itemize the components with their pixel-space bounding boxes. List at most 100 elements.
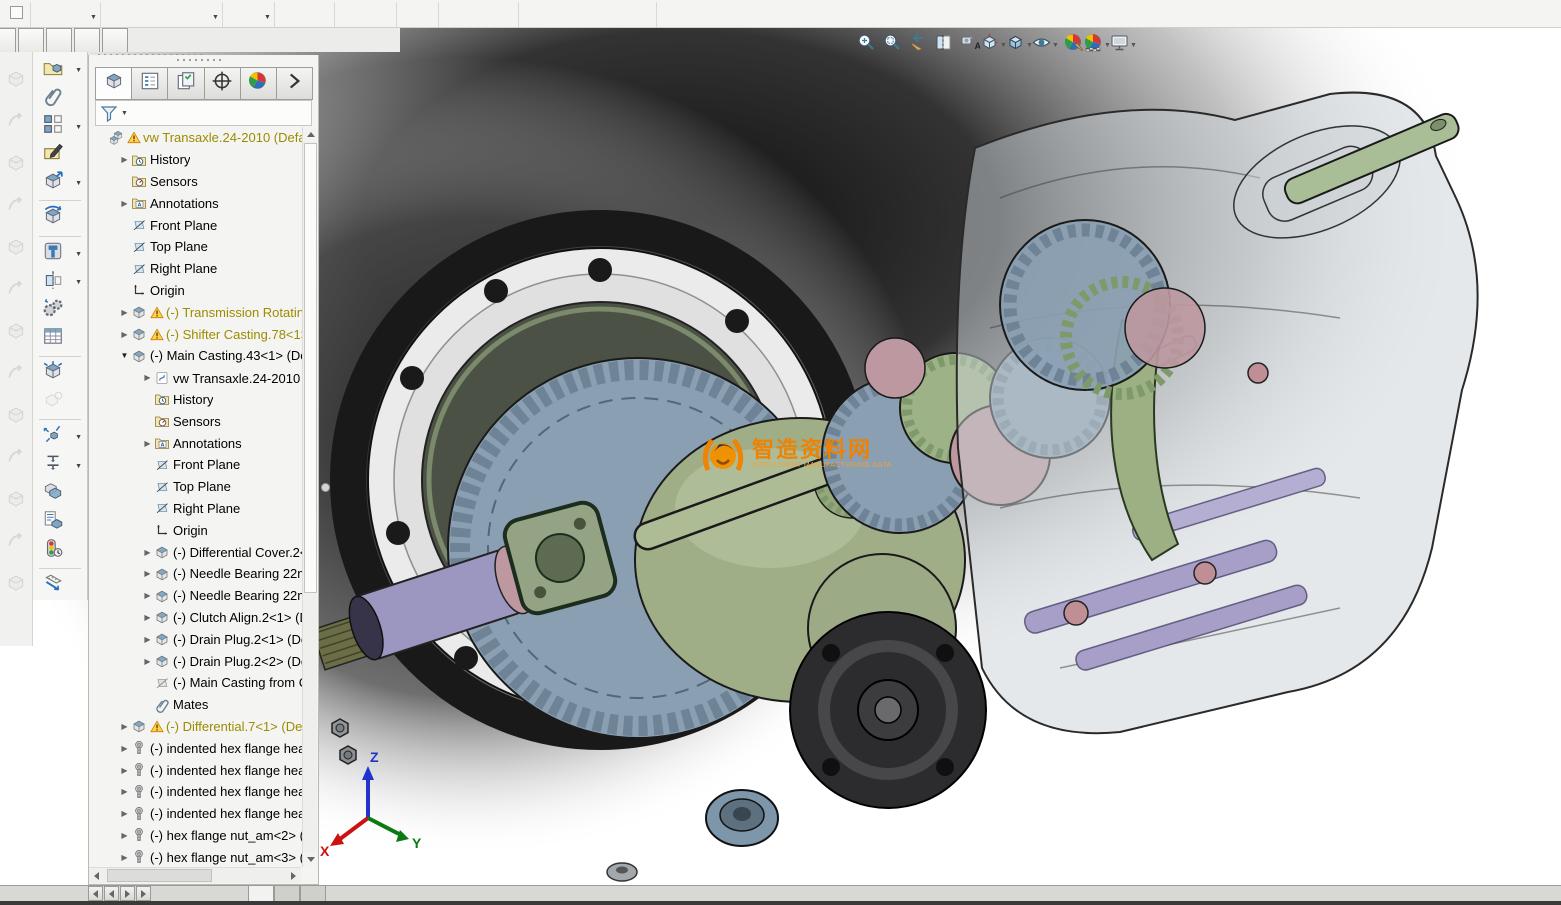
dropdown-caret[interactable]: ▼: [75, 124, 82, 131]
displaymanager-tab[interactable]: [240, 67, 277, 100]
bottom-tab-model[interactable]: [248, 886, 274, 902]
view-settings-icon[interactable]: ▼: [1112, 33, 1138, 57]
dimxpertmanager-tab[interactable]: [204, 67, 241, 100]
dropdown-caret[interactable]: ▼: [121, 110, 128, 117]
exploded-view-icon[interactable]: ▼: [33, 423, 87, 451]
dropdown-caret[interactable]: ▼: [1130, 42, 1137, 49]
measure-icon[interactable]: ▼: [33, 572, 87, 600]
expand-arrow[interactable]: ▶: [118, 853, 131, 862]
tree-item[interactable]: ▶ (-) Transmission Rotating.: [91, 301, 304, 323]
tree-item[interactable]: ▶ Annotations: [91, 432, 304, 454]
tree-item[interactable]: ▶ (-) indented hex flange head r: [91, 803, 304, 825]
tree-item[interactable]: ▶ (-) Clutch Align.2<1> (Def: [91, 607, 304, 629]
tree-item[interactable]: Top Plane: [91, 476, 304, 498]
large-design-review-icon[interactable]: ▼: [33, 388, 87, 416]
expand-arrow[interactable]: ▶: [141, 569, 154, 578]
tree-filter[interactable]: ▼: [95, 100, 312, 126]
tree-item[interactable]: Right Plane: [91, 498, 304, 520]
tree-item[interactable]: Top Plane: [91, 236, 304, 258]
expand-arrow[interactable]: ▶: [118, 155, 131, 164]
dropdown-caret[interactable]: ▼: [212, 14, 219, 21]
tree-item[interactable]: ▶ (-) Drain Plug.2<1> (Defau: [91, 628, 304, 650]
motion-study-icon[interactable]: ▼: [33, 296, 87, 324]
expand-arrow[interactable]: ▶: [141, 548, 154, 557]
first-tab-button[interactable]: [88, 886, 103, 901]
section-view-icon[interactable]: ▼: [930, 33, 956, 57]
expand-arrow[interactable]: ▶: [118, 199, 131, 208]
bottom-tab-3d-views[interactable]: [274, 886, 300, 902]
dropdown-caret[interactable]: ▼: [75, 434, 82, 441]
tree-horizontal-scrollbar[interactable]: [89, 867, 301, 883]
tab-solidworks-mbd[interactable]: [74, 28, 100, 52]
scrollbar-thumb[interactable]: [304, 143, 317, 593]
expand-arrow[interactable]: ▶: [118, 766, 131, 775]
zoom-to-fit-icon[interactable]: ▼: [852, 33, 878, 57]
expand-tabs-arrow[interactable]: [276, 67, 313, 100]
prev-tab-button[interactable]: [104, 886, 119, 901]
tree-item[interactable]: ▶ (-) Differential Cover.2<1>: [91, 541, 304, 563]
previous-view-icon[interactable]: ▼: [904, 33, 930, 57]
expand-arrow[interactable]: ▶: [141, 613, 154, 622]
tab-circuitworks[interactable]: [102, 28, 128, 52]
expand-arrow[interactable]: ▶: [118, 809, 131, 818]
edit-component-icon[interactable]: ▼: [33, 141, 87, 169]
tree-item[interactable]: Origin: [91, 519, 304, 541]
dropdown-caret[interactable]: ▼: [75, 463, 82, 470]
dropdown-caret[interactable]: ▼: [75, 67, 82, 74]
scroll-right-arrow[interactable]: [286, 868, 301, 883]
tree-item[interactable]: (-) Main Casting from Cati: [91, 672, 304, 694]
move-component-icon[interactable]: ▼: [33, 169, 87, 197]
tree-item[interactable]: ▶ (-) Shifter Casting.78<1> (: [91, 323, 304, 345]
next-tab-button[interactable]: [120, 886, 135, 901]
tree-item[interactable]: Front Plane: [91, 214, 304, 236]
smart-fasteners-icon[interactable]: ▼: [33, 240, 87, 268]
assembly-visualization-icon[interactable]: ▼: [33, 508, 87, 536]
scroll-left-arrow[interactable]: [89, 868, 104, 883]
dropdown-caret[interactable]: ▼: [75, 180, 82, 187]
tree-item[interactable]: ▶ (-) hex flange nut_am<3> (B18: [91, 846, 304, 867]
dropdown-caret[interactable]: ▼: [90, 14, 97, 21]
bom-table-icon[interactable]: ▼: [33, 324, 87, 352]
tree-item[interactable]: ▶ Annotations: [91, 192, 304, 214]
tree-item[interactable]: Origin: [91, 280, 304, 302]
expand-arrow[interactable]: ▶: [118, 787, 131, 796]
expand-arrow[interactable]: ▶: [118, 308, 131, 317]
tab-clipped[interactable]: [0, 28, 16, 52]
panel-drag-handle[interactable]: [175, 58, 221, 62]
tree-item[interactable]: ▶ (-) Needle Bearing 22mm.: [91, 585, 304, 607]
expand-arrow[interactable]: ▶: [118, 831, 131, 840]
scroll-down-arrow[interactable]: [303, 852, 318, 867]
scroll-up-arrow[interactable]: [303, 127, 318, 142]
splitter-grip[interactable]: [321, 483, 330, 492]
show-hidden-components-icon[interactable]: ▼: [33, 360, 87, 388]
interference-detection-icon[interactable]: ▼: [33, 480, 87, 508]
mate-icon[interactable]: ▼: [33, 84, 87, 112]
tree-item[interactable]: History: [91, 389, 304, 411]
insert-components-icon[interactable]: ▼: [33, 56, 87, 84]
component-pattern-icon[interactable]: ▼: [33, 113, 87, 141]
tree-item[interactable]: Sensors: [91, 171, 304, 193]
dropdown-caret[interactable]: ▼: [1052, 42, 1059, 49]
configurationmanager-tab[interactable]: [167, 67, 204, 100]
tree-item[interactable]: vw Transaxle.24-2010 (Defaul: [91, 127, 304, 149]
explode-line-sketch-icon[interactable]: ▼: [33, 452, 87, 480]
dropdown-caret[interactable]: ▼: [75, 251, 82, 258]
assembly-section-icon[interactable]: ▼: [33, 268, 87, 296]
scrollbar-thumb[interactable]: [107, 869, 212, 882]
tree-item[interactable]: ▶ vw Transaxle.24-2010 中的: [91, 367, 304, 389]
tree-item[interactable]: ▶ (-) hex flange nut_am<2> (B18: [91, 825, 304, 847]
bottom-tab-motion-study[interactable]: [300, 886, 326, 902]
tree-item[interactable]: ▶ (-) indented hex flange head r: [91, 759, 304, 781]
expand-arrow[interactable]: ▶: [141, 657, 154, 666]
rotate-component-icon[interactable]: ▼: [33, 204, 87, 232]
hide-show-items-icon[interactable]: ▼: [1034, 33, 1060, 57]
expand-arrow[interactable]: ▼: [118, 351, 131, 360]
expand-arrow[interactable]: ▶: [118, 744, 131, 753]
tree-item[interactable]: ▶ (-) indented hex flange head r: [91, 781, 304, 803]
zoom-to-area-icon[interactable]: ▼: [878, 33, 904, 57]
tree-vertical-scrollbar[interactable]: [302, 127, 317, 867]
expand-arrow[interactable]: ▶: [141, 591, 154, 600]
expand-arrow[interactable]: ▶: [118, 722, 131, 731]
tree-item[interactable]: ▶ (-) Drain Plug.2<2> (Defau: [91, 650, 304, 672]
tree-item[interactable]: ▼ (-) Main Casting.43<1> (Defau: [91, 345, 304, 367]
